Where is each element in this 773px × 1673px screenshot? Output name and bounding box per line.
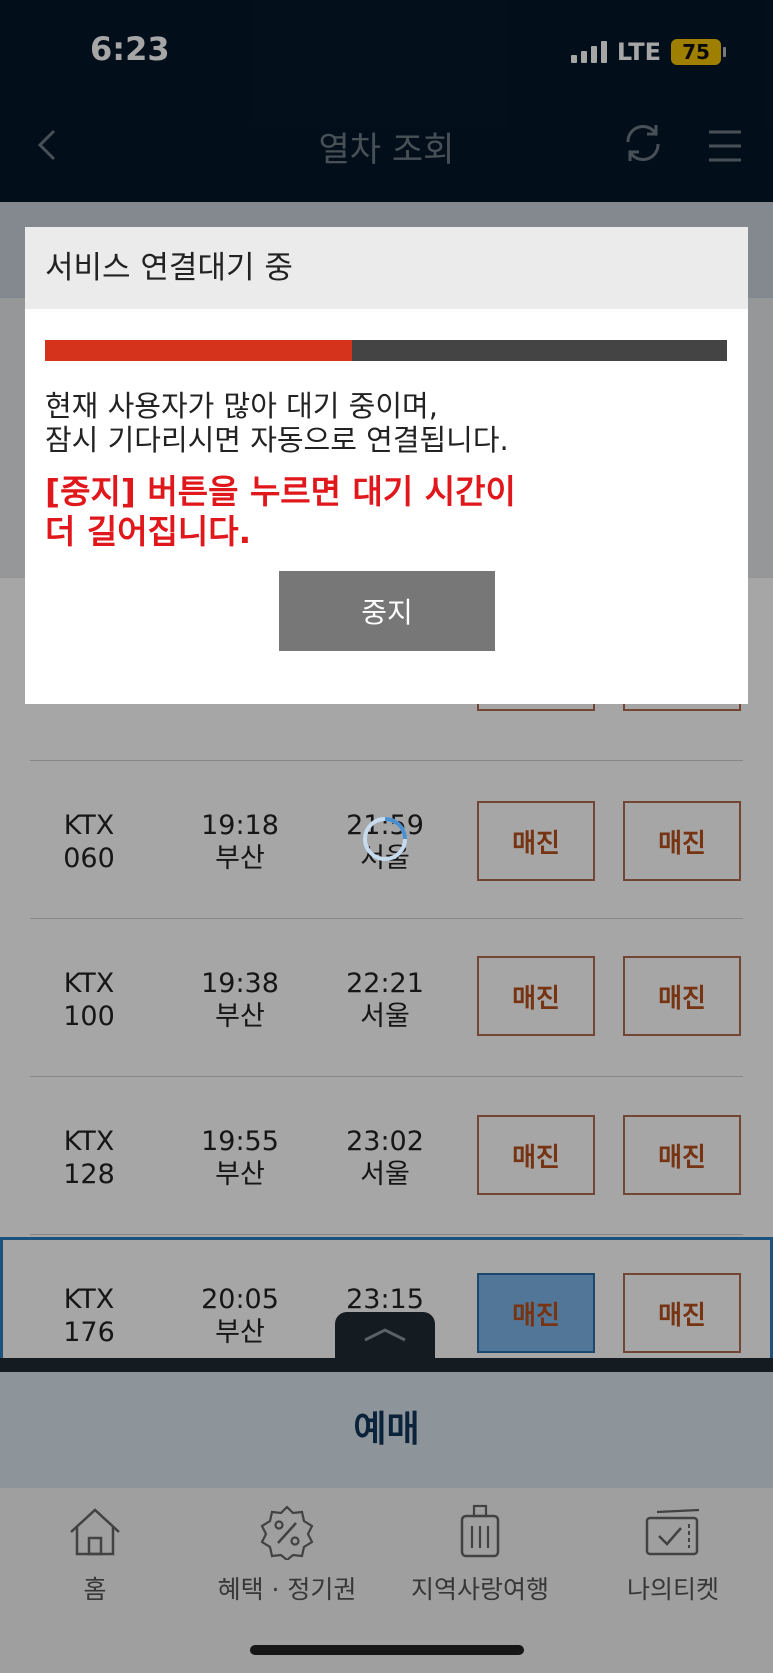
dialog-message: 현재 사용자가 많아 대기 중이며, 잠시 기다리시면 자동으로 연결됩니다. — [45, 389, 509, 457]
stop-button[interactable]: 중지 — [279, 571, 495, 651]
waiting-dialog: 서비스 연결대기 중 현재 사용자가 많아 대기 중이며, 잠시 기다리시면 자… — [25, 227, 748, 704]
progress-bar — [45, 340, 727, 361]
progress-fill — [45, 340, 352, 361]
dialog-warning: [중지] 버튼을 누르면 대기 시간이 더 길어집니다. — [45, 472, 516, 551]
loading-spinner-icon — [363, 817, 407, 861]
dialog-title: 서비스 연결대기 중 — [25, 227, 748, 309]
